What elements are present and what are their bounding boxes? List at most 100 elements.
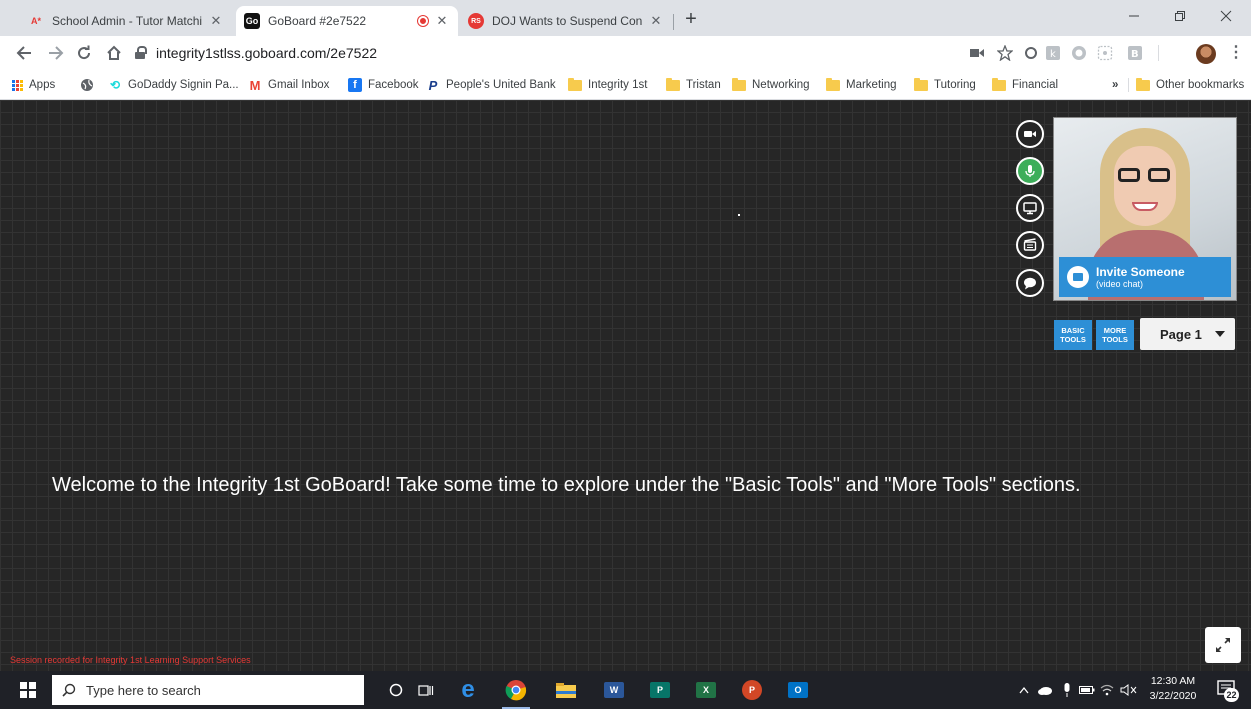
back-button[interactable] xyxy=(12,41,36,65)
bookmark-label: People's United Bank xyxy=(446,79,556,91)
new-tab-button[interactable]: + xyxy=(680,9,702,31)
restore-button[interactable] xyxy=(1157,0,1203,32)
camera-in-use-icon[interactable] xyxy=(968,44,986,62)
extension-screenshot-icon[interactable] xyxy=(1096,44,1114,62)
notification-count-badge: 22 xyxy=(1224,688,1239,702)
bookmark-folder-marketing[interactable]: Marketing xyxy=(826,75,897,95)
bookmark-label: Apps xyxy=(29,79,56,91)
excel-app[interactable]: X xyxy=(686,671,726,709)
more-bookmarks-button[interactable]: » xyxy=(1112,75,1118,95)
bookmark-folder-tristan[interactable]: Tristan xyxy=(666,75,721,95)
bookmark-gmail[interactable]: M Gmail Inbox xyxy=(248,75,330,95)
minimize-button[interactable] xyxy=(1111,0,1157,32)
outlook-app[interactable]: O xyxy=(778,671,818,709)
excel-icon: X xyxy=(696,682,716,698)
bookmark-apps[interactable]: Apps xyxy=(12,75,55,95)
extension-b-icon[interactable]: B xyxy=(1126,44,1144,62)
url-text[interactable]: integrity1stlss.goboard.com/2e7522 xyxy=(156,45,377,61)
battery-icon xyxy=(1079,686,1095,694)
show-hidden-icons-button[interactable] xyxy=(1016,671,1032,709)
reload-icon xyxy=(78,45,91,60)
wifi-icon xyxy=(1100,684,1114,696)
lock-icon xyxy=(134,46,148,60)
chat-button[interactable] xyxy=(1016,269,1044,297)
folder-icon xyxy=(1136,77,1150,91)
apps-grid-icon xyxy=(12,79,23,91)
recording-button[interactable] xyxy=(1016,231,1044,259)
chrome-app[interactable] xyxy=(496,671,536,709)
cloud-icon xyxy=(1038,687,1052,695)
home-button[interactable] xyxy=(102,41,126,65)
bookmark-folder-tutoring[interactable]: Tutoring xyxy=(914,75,976,95)
close-tab-icon[interactable]: ✕ xyxy=(434,13,450,29)
powerpoint-icon: P xyxy=(742,680,762,700)
task-view-button[interactable] xyxy=(406,671,446,709)
profile-avatar[interactable] xyxy=(1196,44,1216,64)
clapperboard-icon xyxy=(1023,238,1037,251)
microphone-tray[interactable] xyxy=(1058,671,1076,709)
start-button[interactable] xyxy=(8,671,48,709)
publisher-app[interactable]: P xyxy=(640,671,680,709)
screen-share-button[interactable] xyxy=(1016,194,1044,222)
close-window-button[interactable] xyxy=(1203,0,1249,32)
close-tab-icon[interactable]: ✕ xyxy=(208,13,224,29)
bookmark-godaddy[interactable]: ⟲ GoDaddy Signin Pa... xyxy=(108,75,239,95)
microphone-icon xyxy=(1064,683,1070,697)
bookmark-label: Integrity 1st xyxy=(588,79,648,91)
bookmark-folder-networking[interactable]: Networking xyxy=(732,75,810,95)
battery-tray[interactable] xyxy=(1078,671,1096,709)
bookmark-globe[interactable] xyxy=(80,75,94,95)
file-explorer-app[interactable] xyxy=(546,671,586,709)
more-tools-button[interactable]: MORE TOOLS xyxy=(1096,320,1134,350)
microphone-toggle-button[interactable] xyxy=(1016,157,1044,185)
tab-school-admin[interactable]: A* School Admin - Tutor Matching S ✕ xyxy=(20,6,232,36)
folder-icon xyxy=(732,77,746,91)
video-toggle-button[interactable] xyxy=(1016,120,1044,148)
bookmark-label: Tutoring xyxy=(934,79,976,91)
bookmark-folder-integrity[interactable]: Integrity 1st xyxy=(568,75,647,95)
invite-someone-button[interactable]: Invite Someone (video chat) xyxy=(1059,257,1231,297)
edge-app[interactable]: e xyxy=(448,671,488,709)
taskbar-clock[interactable]: 12:30 AM 3/22/2020 xyxy=(1146,674,1200,704)
taskbar-search-box[interactable]: Type here to search xyxy=(52,675,364,705)
clock-date: 3/22/2020 xyxy=(1149,690,1197,702)
globe-icon xyxy=(81,79,93,91)
bookmark-facebook[interactable]: f Facebook xyxy=(348,75,419,95)
word-app[interactable]: W xyxy=(594,671,634,709)
basic-tools-button[interactable]: BASIC TOOLS xyxy=(1054,320,1092,350)
expand-icon xyxy=(1216,638,1230,652)
address-bar[interactable]: integrity1stlss.goboard.com/2e7522 xyxy=(134,40,954,66)
caret-down-icon xyxy=(1215,331,1225,337)
bookmark-label: Gmail Inbox xyxy=(268,79,330,91)
whiteboard-canvas[interactable]: Invite Someone (video chat) BASIC TOOLS … xyxy=(0,100,1251,671)
volume-tray[interactable] xyxy=(1118,671,1140,709)
extension-circle-icon[interactable] xyxy=(1022,44,1040,62)
onedrive-tray[interactable] xyxy=(1036,671,1054,709)
invite-subtitle: (video chat) xyxy=(1096,278,1144,289)
browser-menu-button[interactable]: ⋮ xyxy=(1228,42,1244,64)
forward-button[interactable] xyxy=(44,41,68,65)
minimize-icon xyxy=(1129,15,1139,17)
bookmark-label: Tristan xyxy=(686,79,721,91)
bookmark-peoples-united[interactable]: P People's United Bank xyxy=(426,75,556,95)
bookmark-other[interactable]: Other bookmarks xyxy=(1136,75,1244,95)
folder-icon xyxy=(666,77,680,91)
wifi-tray[interactable] xyxy=(1098,671,1116,709)
powerpoint-app[interactable]: P xyxy=(732,671,772,709)
goboard-favicon-icon: Go xyxy=(244,13,260,29)
bookmark-folder-financial[interactable]: Financial xyxy=(992,75,1058,95)
tab-strip: A* School Admin - Tutor Matching S ✕ Go … xyxy=(0,0,1251,36)
extension-k-icon[interactable]: k xyxy=(1044,44,1062,62)
close-tab-icon[interactable]: ✕ xyxy=(648,13,664,29)
extension-github-icon[interactable] xyxy=(1070,44,1088,62)
tab-goboard[interactable]: Go GoBoard #2e7522 ✕ xyxy=(236,6,458,36)
page-selector[interactable]: Page 1 xyxy=(1140,318,1235,350)
fullscreen-button[interactable] xyxy=(1205,627,1241,663)
reload-button[interactable] xyxy=(72,41,96,65)
tab-doj-article[interactable]: RS DOJ Wants to Suspend Constituti ✕ xyxy=(460,6,672,36)
arrow-left-icon xyxy=(16,46,31,60)
tab-label: School Admin - Tutor Matching S xyxy=(52,14,202,28)
publisher-icon: P xyxy=(650,682,670,698)
bookmark-star-icon[interactable] xyxy=(996,44,1014,62)
folder-icon xyxy=(826,77,840,91)
